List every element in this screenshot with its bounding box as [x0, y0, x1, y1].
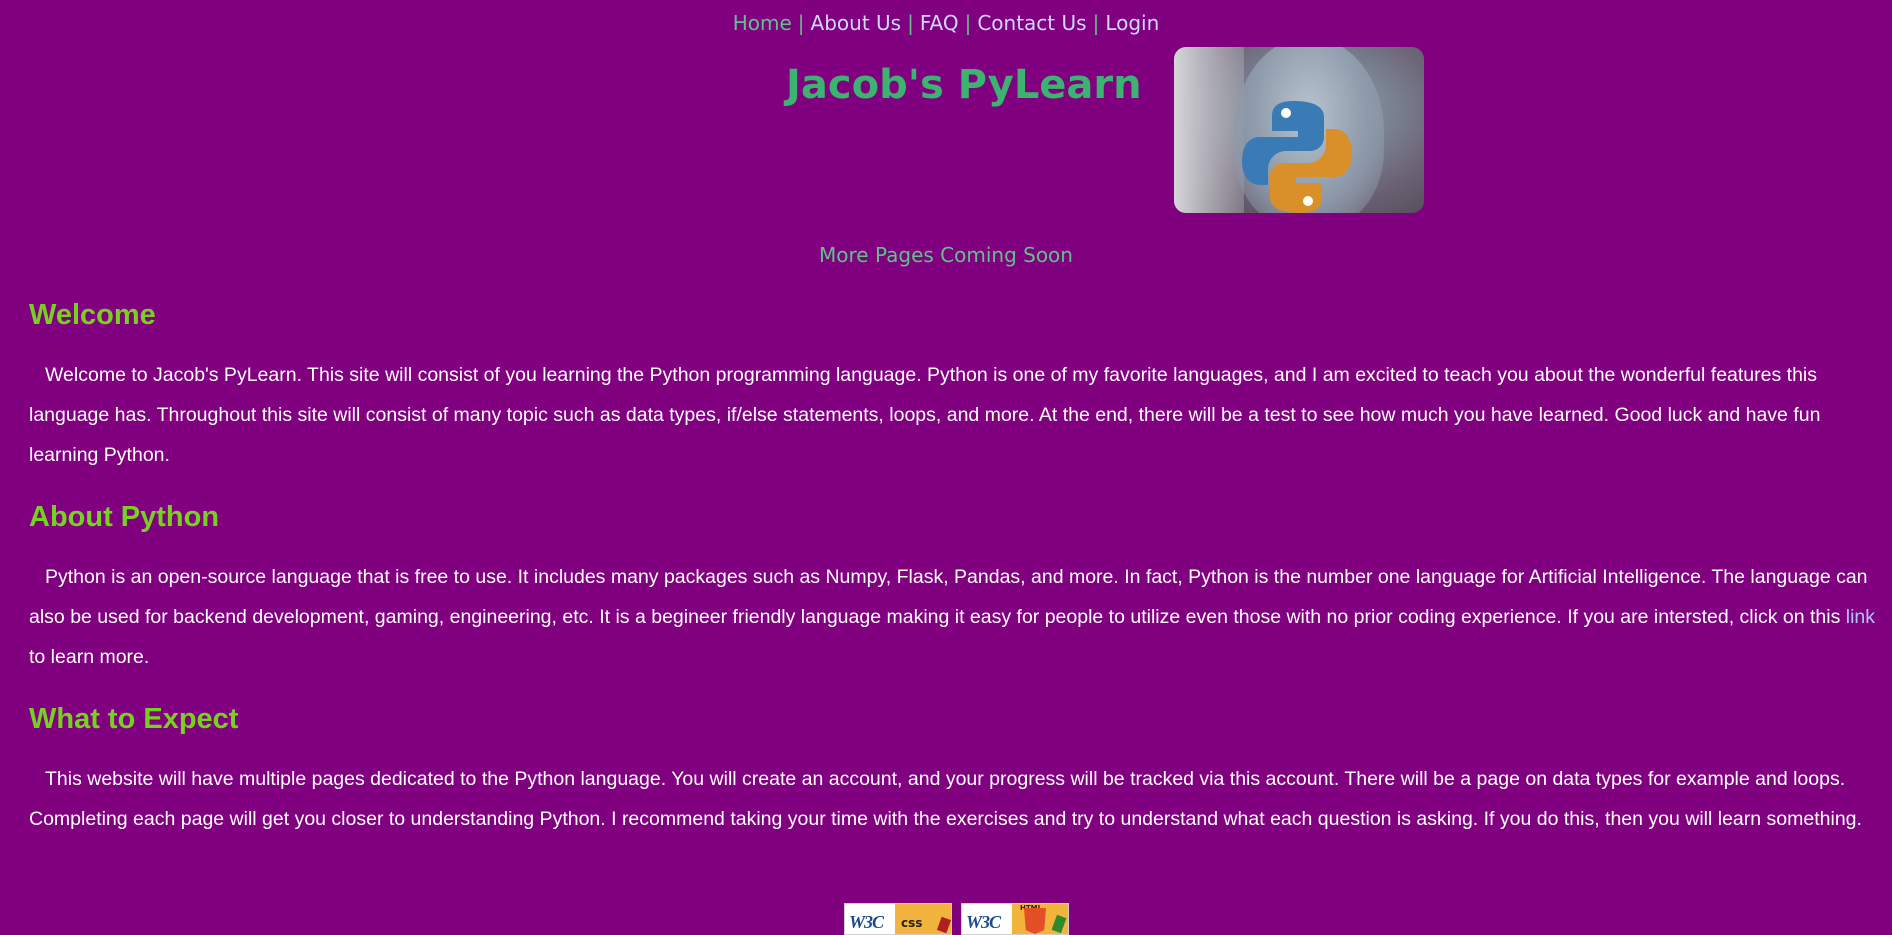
hero-image — [1174, 47, 1424, 213]
w3c-css-badge[interactable]: W3C css — [844, 903, 952, 935]
nav-separator: | — [907, 11, 914, 35]
nav-separator: | — [964, 11, 972, 35]
section-paragraph: Welcome to Jacob's PyLearn. This site wi… — [29, 364, 1821, 466]
top-navigation: Home | About Us | FAQ | Contact Us | Login — [0, 8, 1892, 38]
python-logo-icon — [1242, 101, 1352, 213]
paragraph-text: to learn more. — [29, 646, 150, 668]
nav-login-link[interactable]: Login — [1105, 11, 1159, 35]
about-python-section: About Python Python is an open-source la… — [29, 497, 1891, 677]
css-badge-label: css — [901, 916, 923, 930]
section-heading: What to Expect — [29, 703, 239, 735]
welcome-section: Welcome Welcome to Jacob's PyLearn. This… — [29, 295, 1891, 475]
section-paragraph: Python is an open-source language that i… — [29, 557, 1891, 677]
learn-more-link[interactable]: link — [1846, 606, 1875, 628]
section-heading: About Python — [29, 501, 220, 533]
w3c-logo-text: W3C — [849, 912, 884, 932]
coming-soon-notice: More Pages Coming Soon — [819, 243, 1073, 267]
site-title: Jacob's PyLearn — [786, 62, 1142, 108]
paragraph-text: Python is an open-source language that i… — [29, 566, 1868, 628]
section-heading: Welcome — [29, 299, 156, 331]
html5-shield-icon — [1024, 908, 1046, 934]
what-to-expect-section: What to Expect This website will have mu… — [29, 699, 1891, 839]
validation-badges: W3C css W3C HTML — [844, 903, 1074, 935]
w3c-html-badge[interactable]: W3C HTML — [961, 903, 1069, 935]
nav-separator: | — [1092, 11, 1100, 35]
nav-contact-us-link[interactable]: Contact Us — [977, 11, 1086, 35]
nav-home-link[interactable]: Home — [733, 11, 792, 35]
section-paragraph: This website will have multiple pages de… — [29, 768, 1862, 830]
w3c-logo-text: W3C — [966, 912, 1001, 932]
nav-faq-link[interactable]: FAQ — [920, 11, 959, 35]
main-content: Welcome Welcome to Jacob's PyLearn. This… — [29, 295, 1891, 861]
nav-about-us-link[interactable]: About Us — [811, 11, 902, 35]
nav-separator: | — [797, 11, 805, 35]
site-header: Jacob's PyLearn — [0, 47, 1892, 215]
